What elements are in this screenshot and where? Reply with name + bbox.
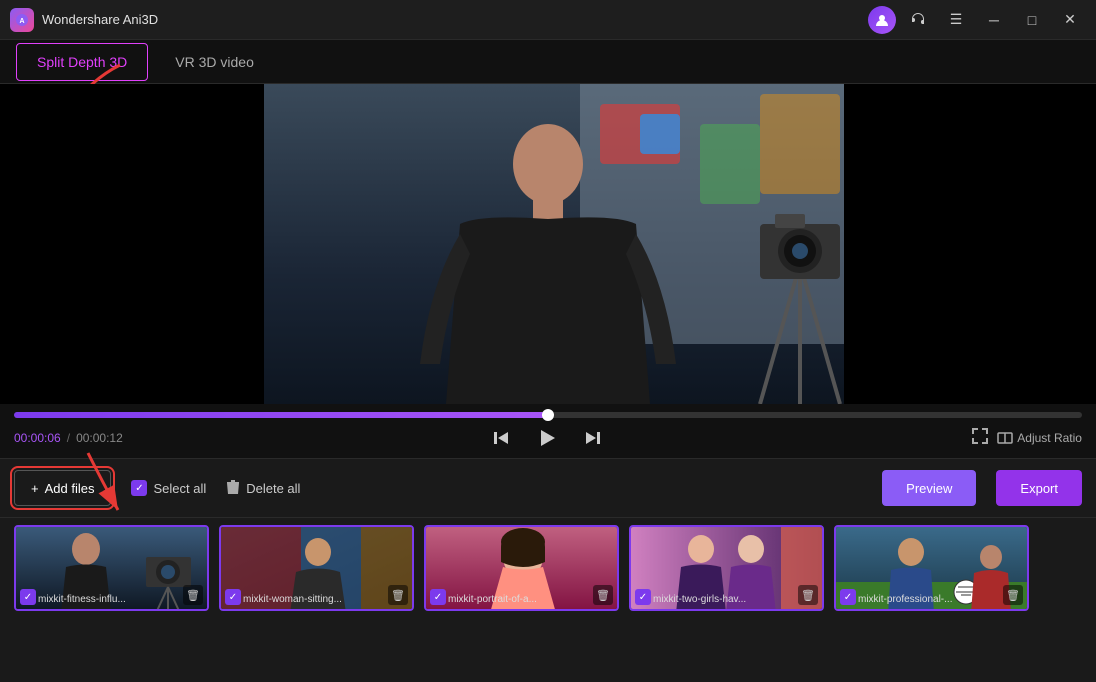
tab-bar: Split Depth 3D VR 3D video: [0, 40, 1096, 84]
progress-bar-fill: [14, 412, 548, 418]
thumb-2-check[interactable]: ✓: [225, 589, 241, 605]
close-button[interactable]: ✕: [1054, 6, 1086, 34]
trash-icon: [226, 479, 240, 498]
thumbnail-3[interactable]: ✓ mixkit-portrait-of-a... 🗑: [424, 525, 619, 611]
preview-button[interactable]: Preview: [882, 470, 976, 506]
add-files-label: Add files: [45, 481, 95, 496]
thumb-4-label: mixkit-two-girls-hav...: [653, 594, 796, 605]
controls-right: Adjust Ratio: [971, 427, 1082, 450]
export-button[interactable]: Export: [996, 470, 1082, 506]
progress-bar[interactable]: [14, 412, 1082, 418]
title-bar-right: ☰ ─ □ ✕: [868, 6, 1086, 34]
thumb-4-check[interactable]: ✓: [635, 589, 651, 605]
controls-left: 00:00:06 / 00:00:12: [14, 431, 123, 445]
thumb-3-delete[interactable]: 🗑: [593, 585, 613, 605]
headset-button[interactable]: [902, 6, 934, 34]
controls-center: [487, 422, 607, 454]
tab-split-depth[interactable]: Split Depth 3D: [16, 43, 148, 81]
delete-all-label: Delete all: [246, 481, 300, 496]
svg-text:A: A: [19, 18, 24, 25]
thumbnail-1[interactable]: ✓ mixkit-fitness-influ... 🗑: [14, 525, 209, 611]
toolbar: + Add files ✓ Select all Delete all Prev…: [0, 458, 1096, 518]
thumb-5-delete[interactable]: 🗑: [1003, 585, 1023, 605]
time-total: 00:00:12: [76, 431, 123, 445]
prev-button[interactable]: [487, 424, 515, 452]
file-strip: ✓ mixkit-fitness-influ... 🗑: [0, 518, 1096, 618]
thumb-4-delete[interactable]: 🗑: [798, 585, 818, 605]
time-separator: /: [67, 431, 70, 445]
video-content: [0, 84, 1096, 404]
thumbnail-4[interactable]: ✓ mixkit-two-girls-hav... 🗑: [629, 525, 824, 611]
menu-button[interactable]: ☰: [940, 6, 972, 34]
expand-button[interactable]: [971, 427, 989, 450]
thumb-3-label: mixkit-portrait-of-a...: [448, 594, 591, 605]
thumb-2-delete[interactable]: 🗑: [388, 585, 408, 605]
select-all-label: Select all: [153, 481, 206, 496]
user-avatar-button[interactable]: [868, 6, 896, 34]
select-all-checkbox[interactable]: ✓: [131, 480, 147, 496]
title-bar: A Wondershare Ani3D ☰ ─ □ ✕: [0, 0, 1096, 40]
maximize-button[interactable]: □: [1016, 6, 1048, 34]
add-icon: +: [31, 481, 39, 496]
time-current: 00:00:06: [14, 431, 61, 445]
minimize-button[interactable]: ─: [978, 6, 1010, 34]
progress-section: [0, 404, 1096, 418]
app-title: Wondershare Ani3D: [42, 12, 158, 27]
video-background: [0, 84, 1096, 404]
next-button[interactable]: [579, 424, 607, 452]
thumb-3-check[interactable]: ✓: [430, 589, 446, 605]
app-logo: A: [10, 8, 34, 32]
play-button[interactable]: [531, 422, 563, 454]
player-controls: 00:00:06 / 00:00:12: [0, 418, 1096, 458]
title-bar-left: A Wondershare Ani3D: [10, 8, 158, 32]
progress-handle[interactable]: [542, 409, 554, 421]
select-all-action[interactable]: ✓ Select all: [131, 480, 206, 496]
tab-vr-3d[interactable]: VR 3D video: [154, 43, 275, 81]
thumb-1-label: mixkit-fitness-influ...: [38, 594, 181, 605]
thumb-2-label: mixkit-woman-sitting...: [243, 594, 386, 605]
add-files-button[interactable]: + Add files: [14, 470, 111, 506]
thumb-5-label: mixkit-professional-...: [858, 594, 1001, 605]
video-area: [0, 84, 1096, 404]
thumbnail-5[interactable]: ✓ mixkit-professional-... 🗑: [834, 525, 1029, 611]
thumb-5-check[interactable]: ✓: [840, 589, 856, 605]
adjust-ratio-button[interactable]: Adjust Ratio: [997, 430, 1082, 446]
adjust-ratio-label: Adjust Ratio: [1017, 431, 1082, 445]
thumbnail-2[interactable]: ✓ mixkit-woman-sitting... 🗑: [219, 525, 414, 611]
main-area: 00:00:06 / 00:00:12: [0, 84, 1096, 618]
thumb-1-delete[interactable]: 🗑: [183, 585, 203, 605]
delete-all-action[interactable]: Delete all: [226, 479, 300, 498]
thumb-1-check[interactable]: ✓: [20, 589, 36, 605]
